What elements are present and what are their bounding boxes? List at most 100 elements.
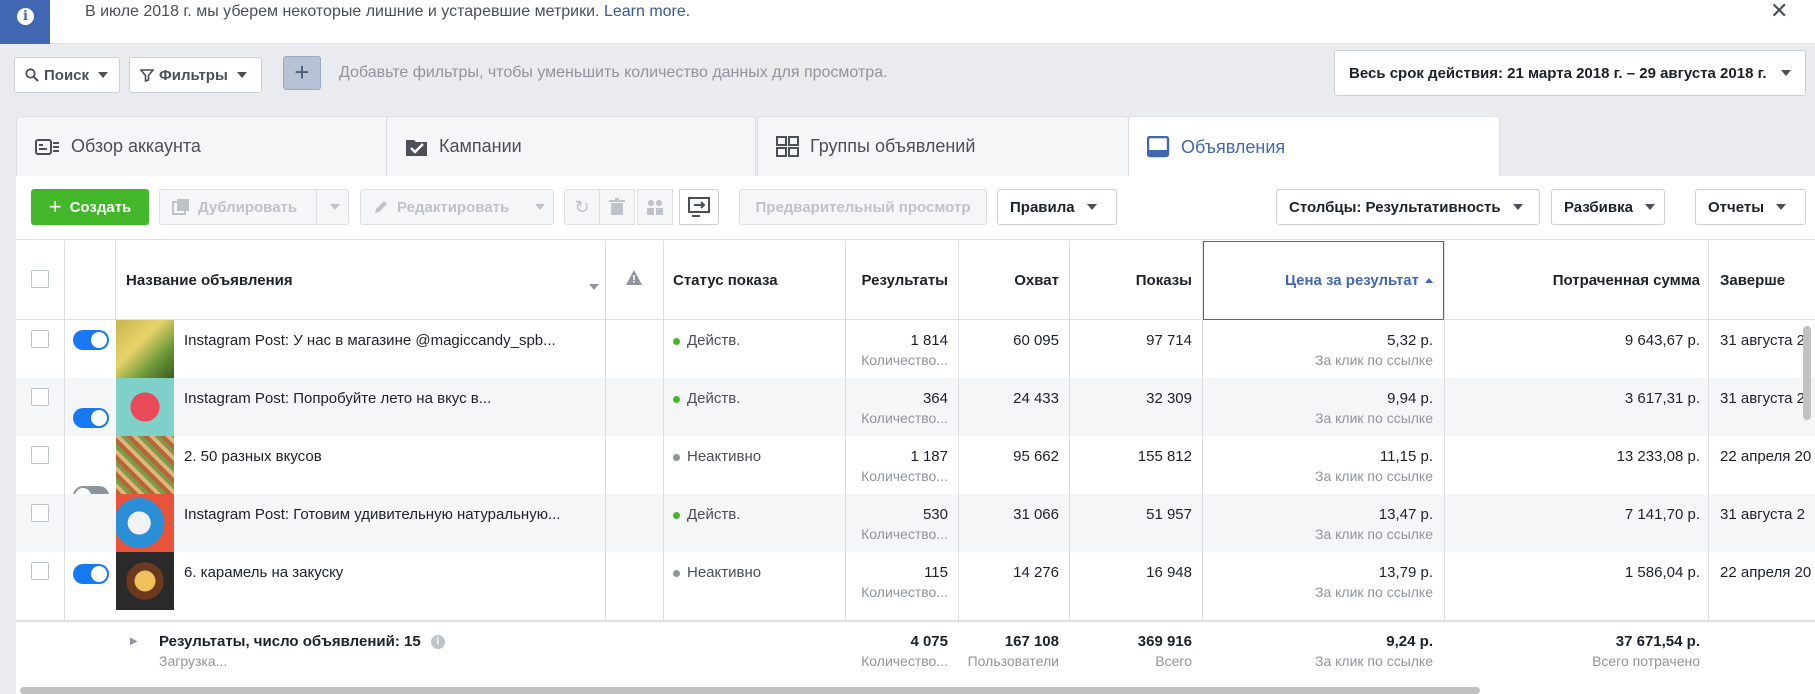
- rules-button[interactable]: Правила: [997, 189, 1117, 225]
- duplicate-button[interactable]: Дублировать: [159, 189, 317, 225]
- tab-ads[interactable]: Объявления: [1128, 116, 1500, 177]
- edit-menu-button[interactable]: [522, 189, 554, 225]
- table-row[interactable]: [16, 552, 1815, 610]
- ab-test-icon[interactable]: [637, 189, 673, 225]
- vertical-scrollbar[interactable]: [1803, 326, 1811, 420]
- filters-button[interactable]: Фильтры: [129, 57, 262, 93]
- col-status-label: Статус показа: [673, 272, 778, 289]
- spent-value: 7 141,70 р.: [1624, 506, 1700, 523]
- ad-thumbnail: [116, 320, 174, 378]
- edit-button[interactable]: Редактировать: [360, 189, 523, 225]
- results-value: 364: [922, 390, 948, 407]
- ad-name[interactable]: Instagram Post: Попробуйте лето на вкус …: [184, 390, 599, 407]
- col-name[interactable]: Название объявления: [126, 241, 596, 320]
- totals-cost: 9,24 р.: [1386, 633, 1433, 650]
- status-label: Действ.: [687, 390, 741, 407]
- reports-label: Отчеты: [1708, 198, 1765, 216]
- select-all-checkbox[interactable]: [31, 270, 49, 288]
- status-toggle[interactable]: [73, 330, 109, 350]
- col-spent[interactable]: Потраченная сумма: [1444, 241, 1700, 320]
- results-type: Количество...: [861, 526, 948, 542]
- cost-value: 5,32 р.: [1387, 332, 1433, 349]
- compare-icon[interactable]: [679, 189, 719, 225]
- pencil-icon: [375, 201, 387, 213]
- campaigns-folder-icon: [406, 139, 427, 156]
- cost-value: 9,94 р.: [1387, 390, 1433, 407]
- col-impressions-label: Показы: [1135, 272, 1192, 289]
- divider: [115, 241, 116, 320]
- tab-label: Кампании: [439, 136, 522, 156]
- search-button[interactable]: Поиск: [14, 57, 120, 93]
- row-checkbox[interactable]: [31, 388, 49, 406]
- table-row[interactable]: [16, 320, 1815, 378]
- col-reach[interactable]: Охват: [958, 241, 1059, 320]
- tab-ad-sets[interactable]: Группы объявлений: [757, 116, 1129, 176]
- learn-more-link[interactable]: Learn more.: [604, 3, 690, 20]
- status-label: Действ.: [687, 506, 741, 523]
- notice-text: В июле 2018 г. мы уберем некоторые лишни…: [85, 3, 690, 21]
- account-overview-icon: [35, 138, 59, 155]
- ad-name[interactable]: Instagram Post: Готовим удивительную нат…: [184, 506, 599, 523]
- table-row[interactable]: [16, 378, 1815, 436]
- tab-account-overview[interactable]: Обзор аккаунта: [16, 116, 390, 176]
- tab-campaigns[interactable]: Кампании: [386, 116, 756, 176]
- totals-title-text: Результаты, число объявлений: 15: [159, 633, 421, 650]
- cost-value: 11,15 р.: [1379, 448, 1433, 465]
- col-cost[interactable]: Цена за результат: [1203, 241, 1433, 320]
- cost-value: 13,47 р.: [1378, 506, 1433, 523]
- ad-sets-grid-icon: [776, 135, 799, 157]
- end-date: 31 августа 2: [1720, 390, 1806, 407]
- date-range-button[interactable]: Весь срок действия: 21 марта 2018 г. – 2…: [1334, 50, 1806, 96]
- col-reach-label: Охват: [1014, 272, 1059, 289]
- cost-type: За клик по ссылке: [1315, 410, 1433, 426]
- reports-button[interactable]: Отчеты: [1695, 189, 1806, 225]
- reach-value: 60 095: [1013, 332, 1059, 349]
- toggle-knob: [91, 332, 107, 348]
- totals-reach-sub: Пользователи: [967, 653, 1059, 669]
- cost-type: За клик по ссылке: [1315, 584, 1433, 600]
- preview-button[interactable]: Предварительный просмотр: [739, 189, 987, 225]
- col-impressions[interactable]: Показы: [1070, 241, 1192, 320]
- row-checkbox[interactable]: [31, 562, 49, 580]
- spent-value: 13 233,08 р.: [1616, 448, 1700, 465]
- add-filter-button[interactable]: +: [283, 56, 321, 90]
- col-end[interactable]: Заверше: [1720, 241, 1815, 320]
- delivery-status: Действ.: [673, 332, 740, 349]
- col-results[interactable]: Результаты: [846, 241, 948, 320]
- reach-value: 31 066: [1013, 506, 1059, 523]
- impressions-value: 155 812: [1137, 448, 1192, 465]
- info-icon[interactable]: i: [430, 635, 445, 650]
- table-row[interactable]: [16, 494, 1815, 552]
- create-button[interactable]: + Создать: [31, 189, 149, 225]
- close-icon[interactable]: ✕: [1770, 0, 1788, 24]
- row-checkbox[interactable]: [31, 330, 49, 348]
- col-cost-label: Цена за результат: [1284, 272, 1419, 289]
- row-checkbox[interactable]: [31, 446, 49, 464]
- impressions-value: 32 309: [1146, 390, 1192, 407]
- row-checkbox[interactable]: [31, 504, 49, 522]
- filter-icon: [140, 69, 154, 82]
- sort-caret-icon[interactable]: [585, 277, 599, 295]
- duplicate-icon: [172, 199, 189, 215]
- col-status[interactable]: Статус показа: [673, 241, 823, 320]
- trash-icon[interactable]: [599, 189, 635, 225]
- expand-icon[interactable]: ▶: [130, 636, 138, 647]
- breakdown-button[interactable]: Разбивка: [1551, 189, 1665, 225]
- ad-name[interactable]: 2. 50 разных вкусов: [184, 448, 599, 465]
- totals-title: Результаты, число объявлений: 15 i: [159, 633, 445, 650]
- status-toggle[interactable]: [73, 408, 109, 428]
- ad-name[interactable]: Instagram Post: У нас в магазине @magicc…: [184, 332, 599, 349]
- columns-button[interactable]: Столбцы: Результативность: [1276, 189, 1540, 225]
- status-dot: [673, 511, 680, 519]
- refresh-icon[interactable]: ↻: [564, 189, 600, 225]
- end-date: 31 августа 2: [1720, 506, 1806, 523]
- table-row[interactable]: [16, 436, 1815, 494]
- chevron-down-icon: [1644, 204, 1655, 210]
- chevron-down-icon: [1086, 204, 1097, 210]
- ad-name[interactable]: 6. карамель на закуску: [184, 564, 599, 581]
- horizontal-scrollbar[interactable]: [20, 687, 1480, 694]
- breakdown-label: Разбивка: [1564, 198, 1633, 216]
- duplicate-menu-button[interactable]: [317, 189, 349, 225]
- status-label: Неактивно: [687, 564, 762, 581]
- totals-impressions-sub: Всего: [1155, 653, 1192, 669]
